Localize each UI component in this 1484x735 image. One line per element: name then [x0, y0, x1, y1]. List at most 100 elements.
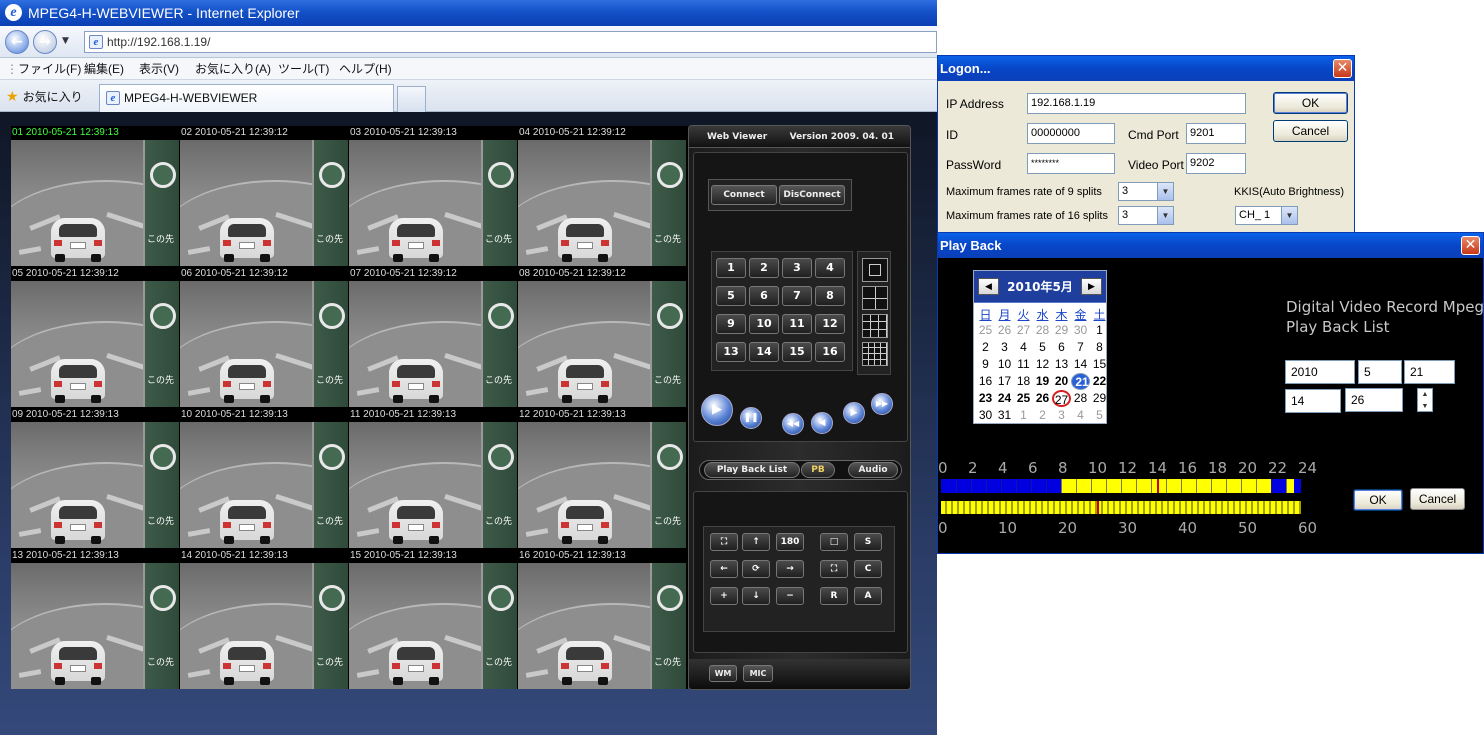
menu-tools[interactable]: ツール(T) — [278, 58, 329, 80]
channel-14-button[interactable]: 14 — [749, 342, 779, 362]
calendar-day[interactable]: 29 — [1090, 390, 1109, 407]
wm-button[interactable]: WM — [709, 665, 737, 682]
channel-7-button[interactable]: 7 — [782, 286, 812, 306]
ptz-set-s-button[interactable]: S — [854, 533, 882, 551]
calendar-day[interactable]: 3 — [995, 339, 1014, 356]
max-frames-16-select[interactable]: 3 ▼ — [1118, 206, 1174, 225]
playback-list-button[interactable]: Play Back List — [704, 462, 800, 478]
back-button[interactable]: ← — [5, 30, 29, 54]
calendar-day[interactable]: 1 — [1090, 322, 1109, 339]
pause-button[interactable]: ❚❚ — [740, 407, 762, 429]
max-frames-9-select[interactable]: 3 ▼ — [1118, 182, 1174, 201]
calendar-day[interactable]: 17 — [995, 373, 1014, 390]
camera-tile[interactable]: 13 2010-05-21 12:39:13 この先 — [11, 549, 179, 689]
calendar-day[interactable]: 2 — [1033, 407, 1052, 424]
channel-13-button[interactable]: 13 — [716, 342, 746, 362]
camera-tile[interactable]: 02 2010-05-21 12:39:12 この先 — [180, 126, 348, 266]
menu-favorites[interactable]: お気に入り(A) — [195, 58, 271, 80]
calendar-day[interactable]: 25 — [976, 322, 995, 339]
logon-cancel-button[interactable]: Cancel — [1273, 120, 1348, 142]
calendar-day[interactable]: 5 — [1033, 339, 1052, 356]
ptz-pan-left-button[interactable]: ← — [710, 560, 738, 578]
channel-8-button[interactable]: 8 — [815, 286, 845, 306]
month-field[interactable]: 5 — [1358, 360, 1402, 384]
calendar-day[interactable]: 13 — [1052, 356, 1071, 373]
menu-help[interactable]: ヘルプ(H) — [339, 58, 392, 80]
calendar-prev-month-button[interactable]: ◀ — [978, 278, 999, 295]
spin-down-icon[interactable]: ▼ — [1418, 401, 1432, 412]
ptz-auto-rotate-button[interactable]: ⟳ — [742, 560, 770, 578]
new-tab-button[interactable] — [397, 86, 426, 112]
calendar-day[interactable]: 5 — [1090, 407, 1109, 424]
ptz-auto-a-button[interactable]: A — [854, 587, 882, 605]
calendar-day[interactable]: 12 — [1033, 356, 1052, 373]
ptz-zoom-in-frame-button[interactable]: ⛶ — [710, 533, 738, 551]
channel-16-button[interactable]: 16 — [815, 342, 845, 362]
camera-tile[interactable]: 15 2010-05-21 12:39:13 この先 — [349, 549, 517, 689]
minute-field[interactable]: 26 — [1345, 388, 1403, 412]
mic-button[interactable]: MIC — [743, 665, 773, 682]
hour-field[interactable]: 14 — [1285, 389, 1341, 413]
channel-15-button[interactable]: 15 — [782, 342, 812, 362]
playback-close-button[interactable]: ✕ — [1461, 236, 1480, 255]
logon-close-button[interactable]: ✕ — [1333, 59, 1352, 78]
camera-tile[interactable]: 12 2010-05-21 12:39:13 この先 — [518, 408, 686, 548]
channel-6-button[interactable]: 6 — [749, 286, 779, 306]
video-port-field[interactable]: 9202 — [1186, 153, 1246, 174]
channel-9-button[interactable]: 9 — [716, 314, 746, 334]
calendar-day[interactable]: 4 — [1071, 407, 1090, 424]
ptz-preset-square-button[interactable]: □ — [820, 533, 848, 551]
calendar-day[interactable]: 2 — [976, 339, 995, 356]
calendar-day[interactable]: 11 — [1014, 356, 1033, 373]
window-title-bar[interactable]: e MPEG4-H-WEBVIEWER - Internet Explorer — [0, 0, 937, 26]
split-1-button[interactable] — [862, 258, 888, 282]
fast-forward-button[interactable]: ▶▶ — [871, 393, 893, 415]
calendar-day[interactable]: 30 — [1071, 322, 1090, 339]
channel-11-button[interactable]: 11 — [782, 314, 812, 334]
connect-button[interactable]: Connect — [711, 185, 777, 205]
camera-tile[interactable]: 05 2010-05-21 12:39:12 この先 — [11, 267, 179, 407]
calendar-day[interactable]: 15 — [1090, 356, 1109, 373]
channel-10-button[interactable]: 10 — [749, 314, 779, 334]
disconnect-button[interactable]: DisConnect — [779, 185, 845, 205]
spin-up-icon[interactable]: ▲ — [1418, 389, 1432, 400]
calendar-next-month-button[interactable]: ▶ — [1081, 278, 1102, 295]
calendar-day[interactable]: 21 — [1071, 373, 1090, 390]
camera-tile[interactable]: 04 2010-05-21 12:39:12 この先 — [518, 126, 686, 266]
tab-webviewer[interactable]: e MPEG4-H-WEBVIEWER — [99, 84, 394, 112]
channel-2-button[interactable]: 2 — [749, 258, 779, 278]
calendar-day[interactable]: 1 — [1014, 407, 1033, 424]
channel-5-button[interactable]: 5 — [716, 286, 746, 306]
calendar-day[interactable]: 3 — [1052, 407, 1071, 424]
calendar-day[interactable]: 27 — [1014, 322, 1033, 339]
ptz-tilt-down-button[interactable]: ↓ — [742, 587, 770, 605]
forward-button[interactable]: → — [33, 30, 57, 54]
menu-file[interactable]: ファイル(F) — [18, 58, 81, 80]
camera-tile[interactable]: 08 2010-05-21 12:39:12 この先 — [518, 267, 686, 407]
camera-tile[interactable]: 03 2010-05-21 12:39:13 この先 — [349, 126, 517, 266]
playback-title-bar[interactable]: Play Back ✕ — [938, 233, 1483, 258]
rewind-button[interactable]: ◀ — [811, 412, 833, 434]
calendar-day[interactable]: 30 — [976, 407, 995, 424]
id-field[interactable]: 00000000 — [1027, 123, 1115, 144]
hour-position-marker[interactable] — [1157, 479, 1159, 493]
day-field[interactable]: 21 — [1404, 360, 1455, 384]
calendar-day[interactable]: 8 — [1090, 339, 1109, 356]
calendar-day[interactable]: 20 — [1052, 373, 1071, 390]
logon-title-bar[interactable]: Logon... ✕ — [938, 56, 1354, 81]
menu-edit[interactable]: 編集(E) — [84, 58, 124, 80]
calendar-day[interactable]: 22 — [1090, 373, 1109, 390]
split-4-button[interactable] — [862, 286, 888, 310]
play-button[interactable]: ▶ — [701, 394, 733, 426]
calendar-day[interactable]: 25 — [1014, 390, 1033, 407]
camera-tile[interactable]: 16 2010-05-21 12:39:13 この先 — [518, 549, 686, 689]
camera-tile[interactable]: 14 2010-05-21 12:39:13 この先 — [180, 549, 348, 689]
menu-view[interactable]: 表示(V) — [139, 58, 179, 80]
time-spinner[interactable]: ▲ ▼ — [1417, 388, 1433, 412]
ptz-clear-c-button[interactable]: C — [854, 560, 882, 578]
favorites-button[interactable]: ★ お気に入り — [6, 88, 83, 105]
minute-timeline-bar[interactable] — [941, 501, 1301, 514]
forward-button[interactable]: ▶ — [843, 402, 865, 424]
playback-ok-button[interactable]: OK — [1353, 489, 1403, 511]
camera-tile[interactable]: 07 2010-05-21 12:39:12 この先 — [349, 267, 517, 407]
